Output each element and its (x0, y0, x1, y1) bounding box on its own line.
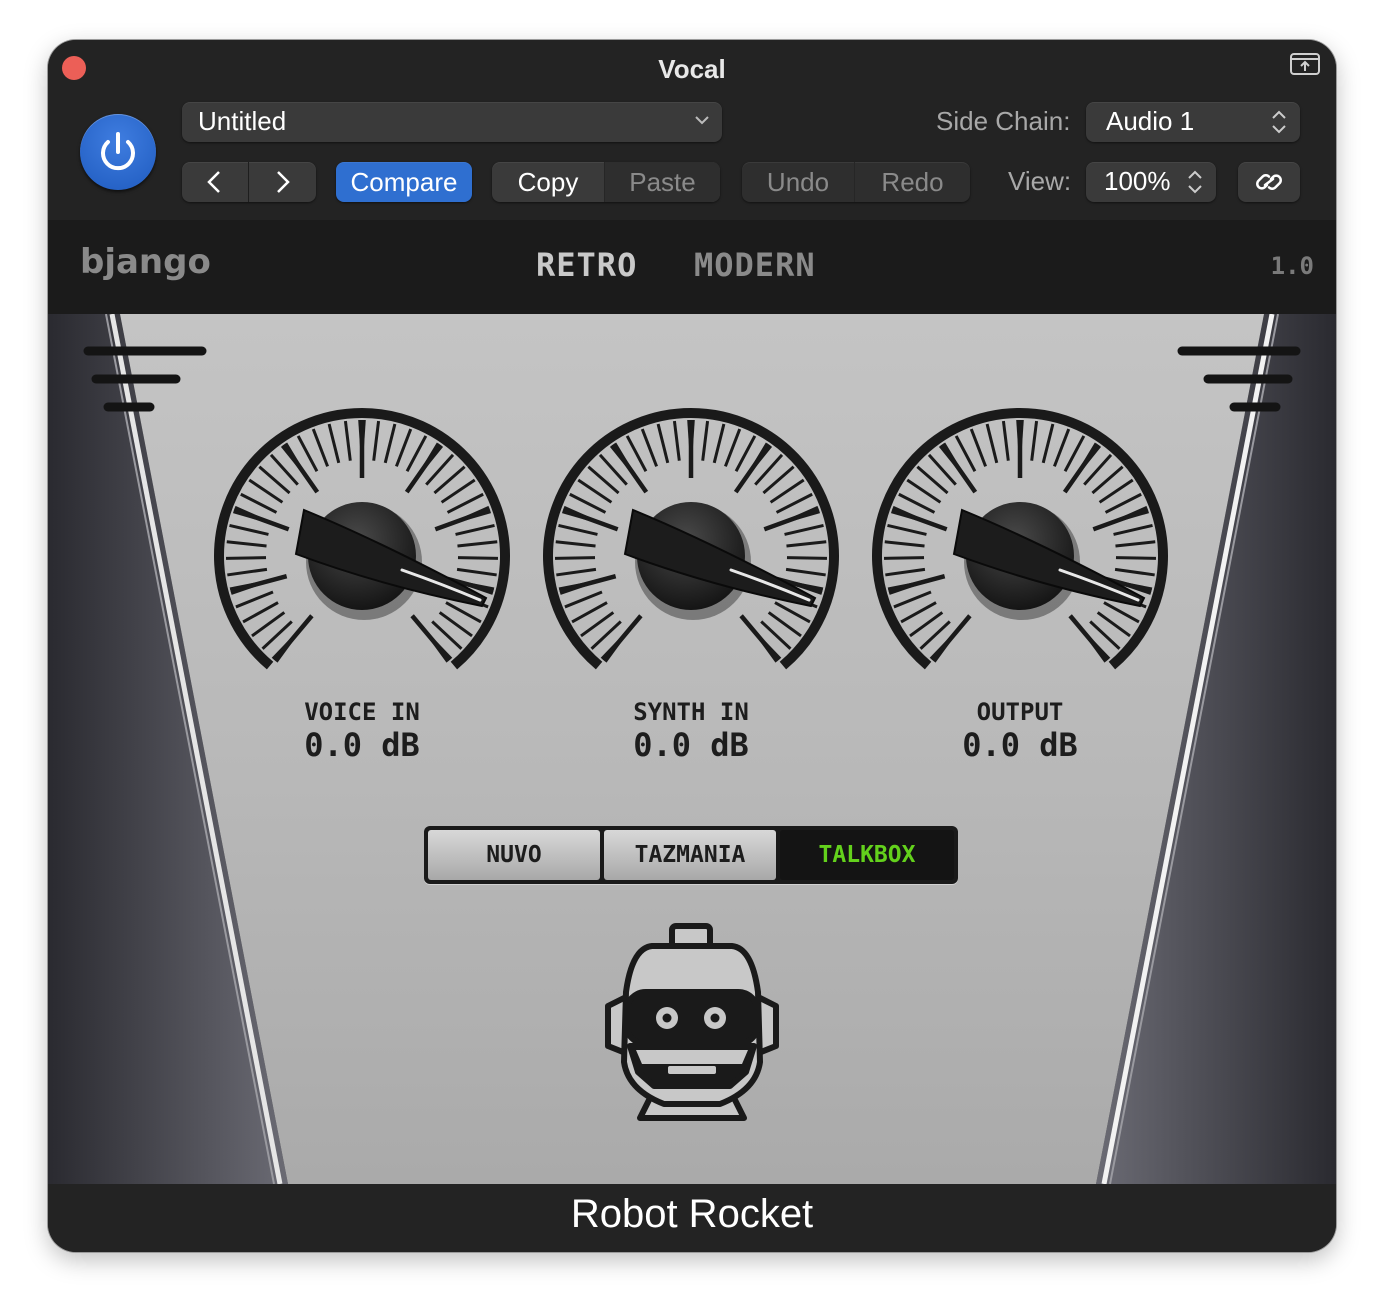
copy-paste-group: Copy Paste (492, 162, 720, 202)
undo-redo-group: Undo Redo (742, 162, 970, 202)
synth-in-value: 0.0 dB (633, 726, 749, 764)
knob-dial (543, 408, 839, 670)
version-label: 1.0 (1270, 252, 1314, 280)
voice-in-label: VOICE IN (304, 698, 420, 726)
redo-button[interactable]: Redo (855, 162, 970, 202)
view-zoom-value: 100% (1104, 166, 1171, 196)
preset-menu[interactable]: Untitled (182, 102, 722, 142)
mode-button-nuvo[interactable]: NUVO (428, 830, 600, 880)
copy-button[interactable]: Copy (492, 162, 604, 202)
previous-preset-button[interactable] (182, 162, 248, 202)
fold-window-icon[interactable] (1290, 52, 1320, 76)
mode-button-tazmania[interactable]: TAZMANIA (604, 830, 776, 880)
preset-name: Untitled (198, 106, 287, 136)
voice-in-knob[interactable] (212, 406, 512, 676)
link-icon (1256, 174, 1282, 190)
side-chain-select[interactable]: Audio 1 (1086, 102, 1300, 142)
updown-arrows-icon (1188, 170, 1202, 194)
output-knob[interactable] (870, 406, 1170, 676)
side-chain-value: Audio 1 (1106, 106, 1195, 136)
voice-in-value: 0.0 dB (304, 726, 420, 764)
brand-logo: bjango (80, 242, 211, 282)
link-button[interactable] (1238, 162, 1300, 202)
compare-button[interactable]: Compare (336, 162, 472, 202)
plugin-name-footer: Robot Rocket (48, 1184, 1336, 1252)
output-label: OUTPUT (976, 698, 1064, 726)
window-title: Vocal (658, 54, 726, 84)
plugin-top-bar: bjango RETRO MODERN 1.0 (48, 220, 1336, 314)
power-icon (101, 132, 135, 171)
mode-button-talkbox[interactable]: TALKBOX (780, 830, 954, 880)
synth-in-knob[interactable] (541, 406, 841, 676)
voice-mode-selector: NUVO TAZMANIA TALKBOX (424, 826, 958, 884)
chevron-left-icon (207, 171, 220, 193)
plugin-panel: VOICE IN 0.0 dB SYNTH IN 0.0 dB OUTPUT 0… (48, 314, 1336, 1184)
robot-head-icon (605, 923, 779, 1121)
chevron-right-icon (277, 171, 290, 193)
mode-tab-modern[interactable]: MODERN (694, 246, 816, 284)
knob-dial (872, 408, 1168, 670)
next-preset-button[interactable] (249, 162, 315, 202)
power-button[interactable] (80, 114, 156, 190)
undo-button[interactable]: Undo (742, 162, 854, 202)
paste-button[interactable]: Paste (605, 162, 720, 202)
side-chain-label: Side Chain: (936, 106, 1071, 136)
view-zoom-select[interactable]: 100% (1086, 162, 1216, 202)
synth-in-label: SYNTH IN (633, 698, 749, 726)
plugin-window: Vocal Untitled Side Chain: Audio 1 Compa… (48, 40, 1336, 1252)
updown-arrows-icon (1272, 110, 1286, 134)
host-header: Vocal Untitled Side Chain: Audio 1 Compa… (48, 40, 1336, 220)
view-label: View: (1008, 166, 1072, 196)
preset-navigation (182, 162, 316, 202)
knob-dial (214, 408, 510, 670)
mode-tab-retro[interactable]: RETRO (536, 246, 637, 284)
output-value: 0.0 dB (962, 726, 1078, 764)
chevron-down-icon (695, 116, 709, 125)
